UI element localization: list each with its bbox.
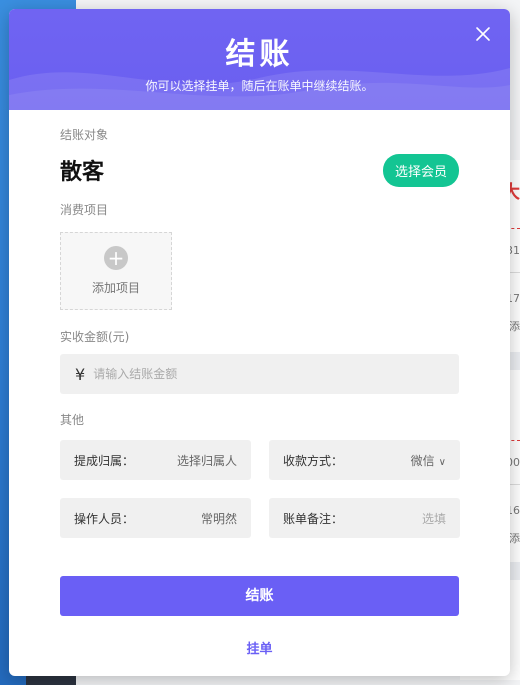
hold-order-link[interactable]: 挂单 [60, 638, 459, 657]
operator-field[interactable]: 操作人员： 常明然 [60, 498, 251, 538]
close-icon[interactable] [474, 25, 492, 43]
customer-row: 散客 选择会员 [60, 153, 459, 187]
bill-note-field[interactable]: 账单备注： 选填 [269, 498, 460, 538]
note-placeholder[interactable]: 选填 [422, 510, 446, 527]
chevron-down-icon: ∨ [438, 456, 446, 468]
plus-icon: + [104, 246, 128, 270]
modal-subtitle: 你可以选择挂单，随后在账单中继续结账。 [145, 79, 374, 93]
background-text: 添 [509, 532, 520, 545]
add-item-label: 添加项目 [91, 281, 140, 295]
operator-label: 操作人员： [74, 511, 135, 526]
payment-value-wrap: 微信 ∨ [411, 452, 446, 469]
checkout-modal: 结账 你可以选择挂单，随后在账单中继续结账。 结账对象 散客 选择会员 消费项目… [9, 9, 510, 676]
amount-input[interactable] [93, 367, 459, 381]
commission-select[interactable]: 提成归属： 选择归属人 [60, 440, 251, 480]
payment-method-select[interactable]: 收款方式： 微信 ∨ [269, 440, 460, 480]
add-item-button[interactable]: + 添加项目 [60, 232, 172, 310]
payment-label: 收款方式： [283, 453, 344, 468]
checkout-button[interactable]: 结账 [60, 576, 459, 616]
modal-header: 结账 你可以选择挂单，随后在账单中继续结账。 [9, 9, 510, 110]
customer-name: 散客 [60, 160, 105, 185]
commission-label: 提成归属： [74, 453, 135, 468]
customer-section-label: 结账对象 [60, 128, 109, 142]
other-section-label: 其他 [60, 413, 85, 427]
modal-title: 结账 [225, 37, 294, 72]
select-member-button[interactable]: 选择会员 [382, 153, 459, 187]
background-text: 添 [509, 320, 520, 333]
note-label: 账单备注： [283, 511, 344, 526]
items-section-label: 消费项目 [60, 203, 109, 217]
other-fields-grid: 提成归属： 选择归属人 收款方式： 微信 ∨ 操作人员： 常明然 账单备注： 选填 [60, 440, 460, 538]
modal-body: 结账对象 散客 选择会员 消费项目 + 添加项目 实收金额(元) ¥ 其他 提成… [9, 110, 510, 657]
amount-section-label: 实收金额(元) [60, 330, 130, 344]
payment-value: 微信 [410, 453, 435, 468]
yen-icon: ¥ [75, 364, 86, 384]
operator-value: 常明然 [200, 511, 237, 526]
commission-value: 选择归属人 [176, 453, 237, 468]
amount-field[interactable]: ¥ [60, 354, 459, 394]
